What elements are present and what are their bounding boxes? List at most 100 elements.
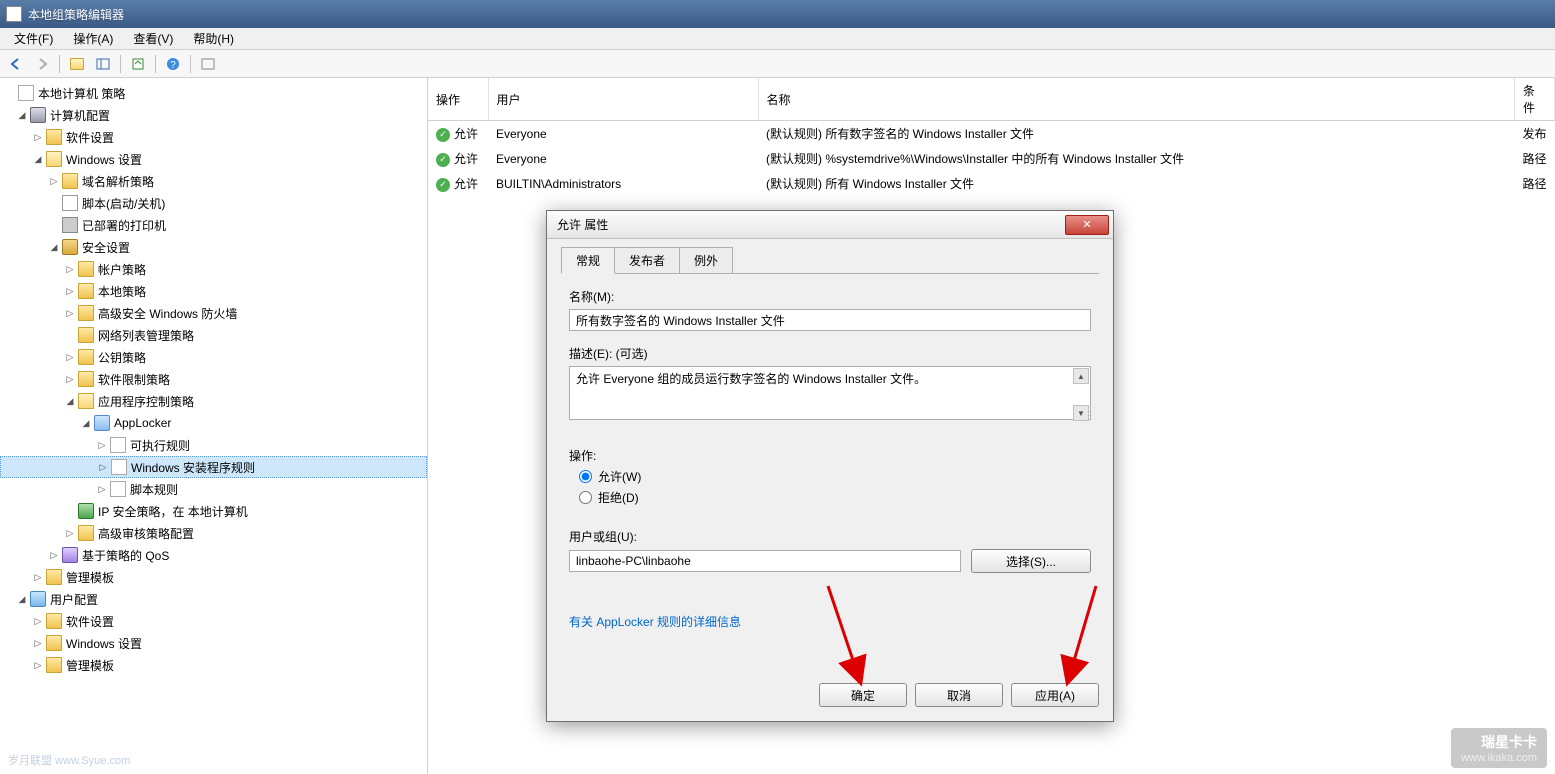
tree-security-settings[interactable]: ◢安全设置 — [0, 236, 427, 258]
rules-icon — [111, 459, 127, 475]
tree-executable-rules[interactable]: ▷可执行规则 — [0, 434, 427, 456]
expander-icon[interactable]: ◢ — [48, 241, 60, 253]
folder-icon — [78, 393, 94, 409]
console-tree[interactable]: 本地计算机 策略 ◢计算机配置 ▷软件设置 ◢Windows 设置 ▷域名解析策… — [0, 78, 428, 774]
ok-button[interactable]: 确定 — [819, 683, 907, 707]
expander-icon[interactable]: ▷ — [96, 439, 108, 451]
expander-icon[interactable]: ▷ — [64, 373, 76, 385]
filter-button[interactable] — [196, 53, 220, 75]
expander-icon[interactable]: ◢ — [16, 593, 28, 605]
expander-icon[interactable]: ▷ — [64, 285, 76, 297]
scroll-down-icon[interactable]: ▼ — [1073, 405, 1089, 421]
tree-advanced-audit[interactable]: ▷高级审核策略配置 — [0, 522, 427, 544]
policy-icon — [18, 85, 34, 101]
scroll-up-icon[interactable]: ▲ — [1073, 368, 1089, 384]
tree-installer-rules[interactable]: ▷Windows 安装程序规则 — [0, 456, 427, 478]
folder-icon — [78, 305, 94, 321]
tree-user-software[interactable]: ▷软件设置 — [0, 610, 427, 632]
tree-printers[interactable]: 已部署的打印机 — [0, 214, 427, 236]
tree-applocker[interactable]: ◢ AppLocker — [0, 412, 427, 434]
expander-icon[interactable]: ▷ — [64, 263, 76, 275]
folder-icon — [46, 657, 62, 673]
tree-label: AppLocker — [114, 416, 171, 430]
tree-public-key[interactable]: ▷公钥策略 — [0, 346, 427, 368]
expander-icon[interactable]: ▷ — [32, 637, 44, 649]
tab-publisher[interactable]: 发布者 — [614, 247, 680, 273]
forward-button[interactable] — [30, 53, 54, 75]
tree-label: IP 安全策略，在 本地计算机 — [98, 503, 248, 520]
window-titlebar: 本地组策略编辑器 — [0, 0, 1555, 28]
folder-icon — [78, 525, 94, 541]
tree-network-list[interactable]: 网络列表管理策略 — [0, 324, 427, 346]
tree-label: 基于策略的 QoS — [82, 547, 169, 564]
tree-ip-security[interactable]: IP 安全策略，在 本地计算机 — [0, 500, 427, 522]
expander-icon[interactable]: ▷ — [48, 549, 60, 561]
tree-admin-templates[interactable]: ▷ 管理模板 — [0, 566, 427, 588]
expander-icon[interactable]: ▷ — [32, 615, 44, 627]
menu-view[interactable]: 查看(V) — [123, 28, 183, 49]
table-row[interactable]: ✓允许BUILTIN\Administrators(默认规则) 所有 Windo… — [428, 171, 1555, 196]
user-input[interactable] — [569, 550, 961, 572]
tree-user-windows[interactable]: ▷Windows 设置 — [0, 632, 427, 654]
export-button[interactable] — [126, 53, 150, 75]
back-button[interactable] — [4, 53, 28, 75]
col-name[interactable]: 名称 — [758, 78, 1515, 121]
tree-name-resolution[interactable]: ▷域名解析策略 — [0, 170, 427, 192]
tree-label: 管理模板 — [66, 569, 114, 586]
radio-deny[interactable] — [579, 491, 592, 504]
apply-button[interactable]: 应用(A) — [1011, 683, 1099, 707]
expander-icon[interactable]: ◢ — [32, 153, 44, 165]
name-input[interactable] — [569, 309, 1091, 331]
tree-user-admin-templates[interactable]: ▷管理模板 — [0, 654, 427, 676]
folder-icon — [46, 613, 62, 629]
tab-exceptions[interactable]: 例外 — [679, 247, 733, 273]
tree-root[interactable]: 本地计算机 策略 — [0, 82, 427, 104]
dialog-titlebar[interactable]: 允许 属性 ✕ — [547, 211, 1113, 239]
tree-script-rules[interactable]: ▷ 脚本规则 — [0, 478, 427, 500]
tab-general[interactable]: 常规 — [561, 247, 615, 274]
select-button[interactable]: 选择(S)... — [971, 549, 1091, 573]
tree-computer-config[interactable]: ◢计算机配置 — [0, 104, 427, 126]
tree-software-settings[interactable]: ▷软件设置 — [0, 126, 427, 148]
tree-windows-settings[interactable]: ◢Windows 设置 — [0, 148, 427, 170]
expander-icon[interactable]: ◢ — [16, 109, 28, 121]
folder-icon — [78, 261, 94, 277]
expander-icon[interactable]: ▷ — [64, 351, 76, 363]
up-button[interactable] — [65, 53, 89, 75]
expander-icon[interactable]: ▷ — [32, 659, 44, 671]
more-info-link[interactable]: 有关 AppLocker 规则的详细信息 — [569, 615, 741, 629]
desc-input[interactable] — [569, 366, 1091, 420]
tree-policy-qos[interactable]: ▷ 基于策略的 QoS — [0, 544, 427, 566]
menu-file[interactable]: 文件(F) — [4, 28, 63, 49]
radio-allow[interactable] — [579, 470, 592, 483]
col-action[interactable]: 操作 — [428, 78, 488, 121]
cancel-button[interactable]: 取消 — [915, 683, 1003, 707]
table-row[interactable]: ✓允许Everyone(默认规则) 所有数字签名的 Windows Instal… — [428, 121, 1555, 147]
menu-action[interactable]: 操作(A) — [63, 28, 123, 49]
show-hide-tree-button[interactable] — [91, 53, 115, 75]
col-user[interactable]: 用户 — [488, 78, 758, 121]
expander-icon[interactable]: ◢ — [64, 395, 76, 407]
tree-user-config[interactable]: ◢用户配置 — [0, 588, 427, 610]
tree-software-restriction[interactable]: ▷软件限制策略 — [0, 368, 427, 390]
expander-icon[interactable]: ◢ — [80, 417, 92, 429]
tree-app-control[interactable]: ◢应用程序控制策略 — [0, 390, 427, 412]
expander-icon[interactable]: ▷ — [96, 483, 108, 495]
expander-icon[interactable]: ▷ — [48, 175, 60, 187]
tree-advanced-firewall[interactable]: ▷高级安全 Windows 防火墙 — [0, 302, 427, 324]
tree-label: 脚本规则 — [130, 481, 178, 498]
table-row[interactable]: ✓允许Everyone(默认规则) %systemdrive%\Windows\… — [428, 146, 1555, 171]
tree-local-policies[interactable]: ▷本地策略 — [0, 280, 427, 302]
menu-help[interactable]: 帮助(H) — [183, 28, 244, 49]
expander-icon[interactable]: ▷ — [32, 571, 44, 583]
tree-account-policies[interactable]: ▷帐户策略 — [0, 258, 427, 280]
help-button[interactable]: ? — [161, 53, 185, 75]
folder-icon — [46, 151, 62, 167]
expander-icon[interactable]: ▷ — [32, 131, 44, 143]
close-button[interactable]: ✕ — [1065, 215, 1109, 235]
expander-icon[interactable]: ▷ — [64, 307, 76, 319]
col-condition[interactable]: 条件 — [1515, 78, 1555, 121]
expander-icon[interactable]: ▷ — [64, 527, 76, 539]
expander-icon[interactable]: ▷ — [97, 461, 109, 473]
tree-scripts[interactable]: 脚本(启动/关机) — [0, 192, 427, 214]
